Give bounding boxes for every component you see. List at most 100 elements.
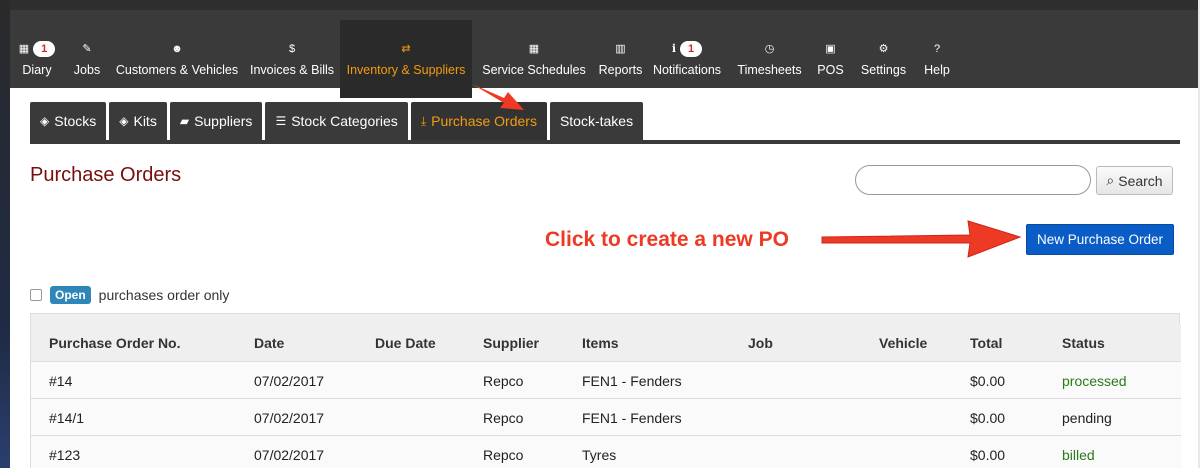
tab-label: Stock Categories xyxy=(291,113,398,129)
tab-kits[interactable]: ◈ Kits xyxy=(109,102,167,140)
question-icon: ? xyxy=(933,43,941,55)
table-row[interactable]: #14/1 07/02/2017 Repco FEN1 - Fenders $0.00 p… xyxy=(31,398,1181,435)
table-row[interactable]: #14 07/02/2017 Repco FEN1 - Fenders $0.00 pro… xyxy=(31,361,1181,398)
tab-stock-takes[interactable]: Stock-takes xyxy=(549,102,644,140)
nav-item-invoices-bills[interactable]: $ Invoices & Bills xyxy=(244,20,340,98)
calendar-icon: ▦ xyxy=(18,43,30,55)
count-badge: 1 xyxy=(33,41,56,57)
table-cell: Repco xyxy=(483,446,524,463)
nav-item-label: Settings xyxy=(860,63,907,77)
tab-stocks[interactable]: ◈ Stocks xyxy=(30,102,107,140)
nav-item-settings[interactable]: ⚙ Settings xyxy=(851,20,916,98)
tab-suppliers[interactable]: ▰ Suppliers xyxy=(169,102,263,140)
table-cell[interactable]: #14 xyxy=(49,362,72,399)
table-cell: FEN1 - Fenders xyxy=(582,409,682,426)
table-cell: $0.00 xyxy=(970,446,1006,463)
nav-item-diary[interactable]: ▦ 1 Diary xyxy=(10,20,64,98)
tab-divider xyxy=(30,140,1180,144)
table-cell: 07/02/2017 xyxy=(254,372,325,389)
tab-stock-categories[interactable]: ☰ Stock Categories xyxy=(265,102,408,140)
nav-item-reports[interactable]: ▥ Reports xyxy=(596,20,645,98)
table-cell: 07/02/2017 xyxy=(254,446,325,463)
search-icon: ⌕ xyxy=(1106,172,1115,188)
nav-item-notifications[interactable]: ℹ 1 Notifications xyxy=(645,20,729,98)
column-header[interactable]: Total xyxy=(970,324,1002,361)
desktop-edge xyxy=(0,0,10,468)
status-cell: processed xyxy=(1062,372,1127,389)
top-navigation: ▦ 1 Diary ✎ Jobs ☻ Customers & Vehicles $ Invoic… xyxy=(10,0,1198,98)
column-header[interactable]: Due Date xyxy=(375,324,436,361)
info-icon: ℹ xyxy=(671,43,677,55)
cogs-icon: ⚙ xyxy=(878,43,889,55)
column-header[interactable]: Vehicle xyxy=(879,324,927,361)
table-cell: $0.00 xyxy=(970,409,1006,426)
annotation-text: Click to create a new PO xyxy=(545,228,789,251)
table-cell: FEN1 - Fenders xyxy=(582,372,682,389)
nav-item-label: Jobs xyxy=(73,63,101,77)
truck-icon: ▰ xyxy=(179,114,190,128)
open-badge: Open xyxy=(50,286,91,304)
purchase-orders-table: Purchase Order No. Date Due Date Supplier It… xyxy=(30,313,1181,468)
column-header[interactable]: Date xyxy=(254,324,284,361)
dollar-icon: $ xyxy=(288,43,296,55)
table-cell: $0.00 xyxy=(970,372,1006,389)
table-cell[interactable]: #123 xyxy=(49,436,80,468)
nav-item-label: Timesheets xyxy=(737,63,802,77)
nav-item-pos[interactable]: ▣ POS xyxy=(810,20,851,98)
nav-item-timesheets[interactable]: ◷ Timesheets xyxy=(729,20,810,98)
nav-item-label: Help xyxy=(924,63,950,77)
nav-item-label: Notifications xyxy=(652,63,722,77)
users-icon: ☻ xyxy=(171,43,183,55)
column-header[interactable]: Items xyxy=(582,324,619,361)
column-header[interactable]: Status xyxy=(1062,324,1105,361)
annotation-arrow xyxy=(821,220,1022,258)
tab-label: Kits xyxy=(133,113,157,129)
tags-icon: ◈ xyxy=(119,114,129,128)
calendar-icon: ▦ xyxy=(528,43,540,55)
nav-item-customers-vehicles[interactable]: ☻ Customers & Vehicles xyxy=(110,20,244,98)
table-header: Purchase Order No. Date Due Date Supplier It… xyxy=(31,324,1181,361)
tab-label: Stock-takes xyxy=(559,113,634,129)
status-cell: billed xyxy=(1062,446,1095,463)
money-icon: ▣ xyxy=(825,43,836,55)
bar-chart-icon: ▥ xyxy=(615,43,626,55)
status-cell: pending xyxy=(1062,409,1112,426)
column-header[interactable]: Purchase Order No. xyxy=(49,324,181,361)
search-input[interactable] xyxy=(855,165,1091,195)
nav-item-inventory-suppliers[interactable]: ⇄ Inventory & Suppliers xyxy=(340,20,472,98)
nav-item-jobs[interactable]: ✎ Jobs xyxy=(64,20,110,98)
tab-label: Suppliers xyxy=(194,113,253,129)
tab-label: Purchase Orders xyxy=(431,113,537,129)
nav-item-label: Inventory & Suppliers xyxy=(346,63,466,77)
download-icon: ⤓ xyxy=(420,113,427,128)
clock-icon: ◷ xyxy=(764,43,775,55)
open-only-checkbox[interactable] xyxy=(30,289,42,301)
nav-item-label: Customers & Vehicles xyxy=(115,63,239,77)
count-badge: 1 xyxy=(680,41,703,57)
nav-item-label: Invoices & Bills xyxy=(249,63,335,77)
retweet-icon: ⇄ xyxy=(401,43,411,55)
nav-item-label: Diary xyxy=(22,63,52,77)
tab-label: Stocks xyxy=(54,113,97,129)
column-header[interactable]: Supplier xyxy=(483,324,539,361)
table-row[interactable]: #123 07/02/2017 Repco Tyres $0.00 billed xyxy=(31,435,1181,468)
tags-icon: ◈ xyxy=(40,114,50,128)
inventory-tabs: ◈ Stocks ◈ Kits ▰ Suppliers ☰ Stock Categories ⤓… xyxy=(30,102,644,140)
nav-item-label: POS xyxy=(817,63,844,77)
table-cell[interactable]: #14/1 xyxy=(49,399,84,436)
wrench-icon: ✎ xyxy=(82,43,92,55)
open-filter: Open purchases order only xyxy=(30,286,229,304)
search-button[interactable]: ⌕ Search xyxy=(1096,166,1173,195)
page-title: Purchase Orders xyxy=(30,164,182,186)
column-header[interactable]: Job xyxy=(748,324,773,361)
search-button-label: Search xyxy=(1118,172,1163,189)
table-cell: 07/02/2017 xyxy=(254,409,325,426)
nav-item-label: Service Schedules xyxy=(482,63,586,77)
list-icon: ☰ xyxy=(275,114,287,128)
table-cell: Tyres xyxy=(582,446,617,463)
new-purchase-order-button[interactable]: New Purchase Order xyxy=(1026,224,1174,255)
nav-item-label: Reports xyxy=(598,63,643,77)
table-cell: Repco xyxy=(483,372,524,389)
tab-pointer-arrow xyxy=(472,84,524,110)
nav-item-help[interactable]: ? Help xyxy=(916,20,958,98)
